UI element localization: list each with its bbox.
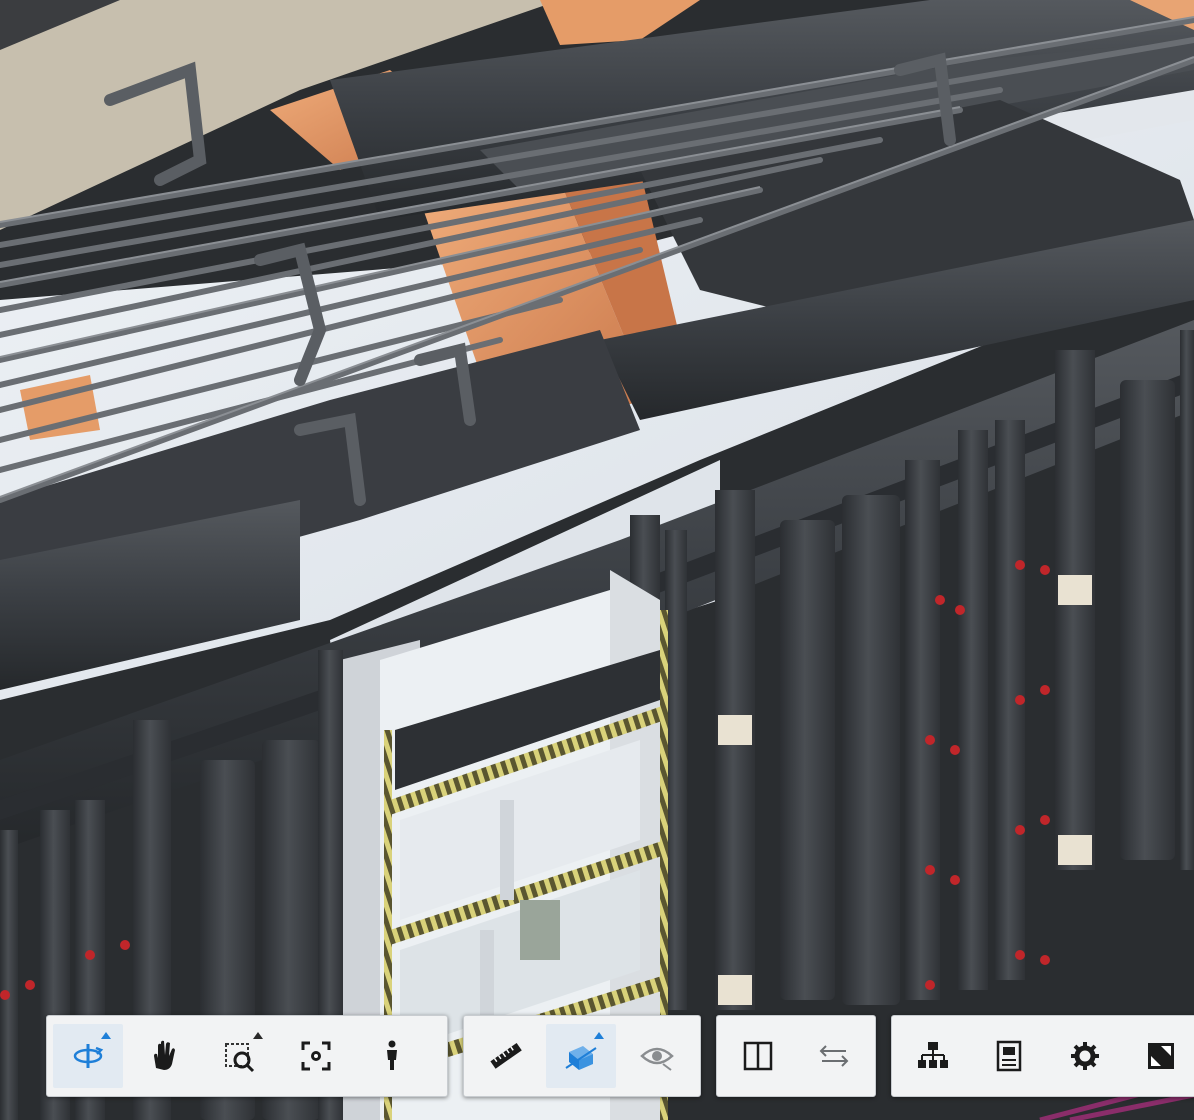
- analysis-tool-group: [463, 1015, 701, 1097]
- properties-icon: [996, 1040, 1022, 1072]
- navigation-tool-group: [46, 1015, 448, 1097]
- measure-button[interactable]: [470, 1024, 540, 1088]
- gear-icon: [1071, 1042, 1099, 1070]
- swap-arrows-icon: [819, 1045, 849, 1067]
- swap-button[interactable]: [799, 1024, 869, 1088]
- fit-to-view-button[interactable]: [281, 1024, 351, 1088]
- pan-button[interactable]: [129, 1024, 199, 1088]
- model-browser-button[interactable]: [898, 1024, 968, 1088]
- section-box-icon: [565, 1046, 597, 1070]
- zoom-button[interactable]: [205, 1024, 275, 1088]
- settings-button[interactable]: [1050, 1024, 1120, 1088]
- section-button[interactable]: [546, 1024, 616, 1088]
- split-view-button[interactable]: [723, 1024, 793, 1088]
- flyout-indicator-icon[interactable]: [594, 1032, 604, 1039]
- settings-tool-group: [891, 1015, 1194, 1097]
- hierarchy-icon: [918, 1042, 948, 1068]
- compare-tool-group: [716, 1015, 876, 1097]
- fit-view-icon: [301, 1041, 331, 1071]
- ruler-icon: [490, 1042, 522, 1069]
- flyout-indicator-icon[interactable]: [253, 1032, 263, 1039]
- 3d-model-scene[interactable]: [0, 0, 1194, 1120]
- eye-explode-icon: [640, 1047, 674, 1071]
- explode-button[interactable]: [622, 1024, 692, 1088]
- fullscreen-button[interactable]: [1126, 1024, 1194, 1088]
- model-viewport[interactable]: [0, 0, 1194, 1120]
- person-icon: [387, 1040, 397, 1070]
- orbit-button[interactable]: [53, 1024, 123, 1088]
- zoom-window-icon: [225, 1043, 255, 1073]
- fullscreen-icon: [1148, 1043, 1174, 1069]
- orbit-icon: [73, 1044, 104, 1068]
- properties-button[interactable]: [974, 1024, 1044, 1088]
- split-view-icon: [743, 1041, 773, 1071]
- hand-icon: [154, 1040, 175, 1070]
- first-person-button[interactable]: [357, 1024, 427, 1088]
- flyout-indicator-icon[interactable]: [101, 1032, 111, 1039]
